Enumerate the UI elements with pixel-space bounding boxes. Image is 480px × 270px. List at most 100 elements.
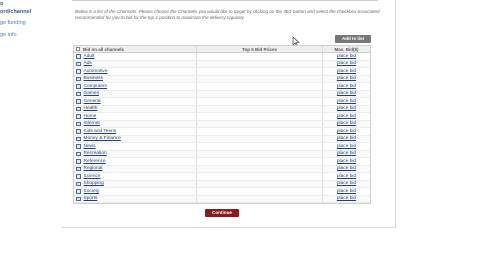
channel-link[interactable]: Society: [84, 189, 100, 194]
top-bids-cell: [197, 98, 323, 105]
channel-cell: Shopping: [74, 180, 197, 187]
table-row: Automotive place bid: [74, 68, 370, 76]
top-bids-cell: [197, 75, 323, 82]
channel-cell: Health: [74, 105, 197, 112]
place-bid-link[interactable]: place bid: [323, 106, 370, 113]
channel-link[interactable]: Shopping: [84, 181, 104, 186]
table-row: Reference place bid: [74, 158, 370, 166]
channel-checkbox[interactable]: [76, 61, 81, 66]
channel-cell: Home: [74, 113, 197, 120]
channel-link[interactable]: Internet: [84, 121, 100, 126]
channel-cell: Ads: [74, 60, 197, 67]
place-bid-link[interactable]: place bid: [323, 91, 370, 98]
channel-link[interactable]: Money & Finance: [84, 136, 121, 141]
channel-checkbox[interactable]: [76, 181, 81, 186]
select-all-checkbox[interactable]: [76, 47, 80, 51]
channel-checkbox[interactable]: [76, 189, 81, 194]
channel-table: Bid on all channels Top 5 Bid Prices Max…: [73, 45, 371, 204]
top-bids-cell: [197, 173, 323, 180]
top-bids-cell: [197, 128, 323, 135]
place-bid-link[interactable]: place bid: [323, 188, 370, 195]
sidebar: o ord/channel ge funding ge info: [0, 0, 62, 270]
place-bid-link[interactable]: place bid: [323, 143, 370, 150]
channel-link[interactable]: Ads: [84, 61, 92, 66]
top-bids-cell: [197, 60, 323, 67]
place-bid-link[interactable]: place bid: [323, 76, 370, 83]
top-bids-cell: [197, 90, 323, 97]
channel-link[interactable]: General: [84, 99, 101, 104]
channel-checkbox[interactable]: [76, 159, 81, 164]
table-row: Science place bid: [74, 173, 370, 181]
channel-link[interactable]: Kids and Teens: [84, 129, 117, 134]
channel-checkbox[interactable]: [76, 166, 81, 171]
sidebar-link-0[interactable]: o: [0, 1, 3, 7]
table-row: News place bid: [74, 143, 370, 151]
table-row: Society place bid: [74, 188, 370, 196]
top-bids-cell: [197, 68, 323, 75]
channel-link[interactable]: Automotive: [84, 69, 108, 74]
place-bid-link[interactable]: place bid: [323, 83, 370, 90]
place-bid-link[interactable]: place bid: [323, 158, 370, 165]
add-to-list-button[interactable]: Add to list: [335, 35, 371, 43]
place-bid-link[interactable]: place bid: [323, 98, 370, 105]
channel-checkbox[interactable]: [76, 196, 81, 201]
channel-cell: Regional: [74, 165, 197, 172]
channel-link[interactable]: Science: [84, 174, 101, 179]
channel-link[interactable]: Business: [84, 76, 103, 81]
place-bid-link[interactable]: place bid: [323, 68, 370, 75]
channel-link[interactable]: Games: [84, 91, 99, 96]
channel-checkbox[interactable]: [76, 106, 81, 111]
top-bids-cell: [197, 53, 323, 60]
channel-checkbox[interactable]: [76, 76, 81, 81]
channel-checkbox[interactable]: [76, 54, 81, 59]
place-bid-link[interactable]: place bid: [323, 61, 370, 68]
table-row: Home place bid: [74, 113, 370, 121]
channel-link[interactable]: Reference: [84, 159, 106, 164]
channel-link[interactable]: Adult: [84, 54, 95, 59]
place-bid-link[interactable]: place bid: [323, 166, 370, 173]
channel-cell: News: [74, 143, 197, 150]
channel-checkbox[interactable]: [76, 174, 81, 179]
channel-link[interactable]: Recreation: [84, 151, 107, 156]
place-bid-link[interactable]: place bid: [323, 128, 370, 135]
place-bid-link[interactable]: place bid: [323, 181, 370, 188]
channel-checkbox[interactable]: [76, 84, 81, 89]
top-bids-cell: [197, 83, 323, 90]
top-bids-cell: [197, 113, 323, 120]
place-bid-link[interactable]: place bid: [323, 113, 370, 120]
table-header: Bid on all channels Top 5 Bid Prices Max…: [74, 46, 370, 53]
place-bid-link[interactable]: place bid: [323, 151, 370, 158]
sidebar-link-3[interactable]: ge info: [0, 32, 17, 38]
channel-checkbox[interactable]: [76, 144, 81, 149]
channel-checkbox[interactable]: [76, 151, 81, 156]
place-bid-link[interactable]: place bid: [323, 173, 370, 180]
table-row: Regional place bid: [74, 165, 370, 173]
place-bid-link[interactable]: place bid: [323, 53, 370, 60]
channel-link[interactable]: Home: [84, 114, 97, 119]
intro-text: Below is a list of the Channels. Please …: [75, 9, 380, 21]
channel-checkbox[interactable]: [76, 121, 81, 126]
channel-link[interactable]: Regional: [84, 166, 103, 171]
top-bids-cell: [197, 158, 323, 165]
continue-button[interactable]: Continue: [205, 209, 239, 217]
channel-checkbox[interactable]: [76, 136, 81, 141]
channel-checkbox[interactable]: [76, 129, 81, 134]
channel-checkbox[interactable]: [76, 91, 81, 96]
table-row: Ads place bid: [74, 60, 370, 68]
channel-checkbox[interactable]: [76, 114, 81, 119]
table-row: Internet place bid: [74, 120, 370, 128]
channel-checkbox[interactable]: [76, 99, 81, 104]
sidebar-link-2[interactable]: ge funding: [0, 20, 26, 26]
channel-link[interactable]: News: [84, 144, 96, 149]
place-bid-link[interactable]: place bid: [323, 196, 370, 203]
top-bids-cell: [197, 188, 323, 195]
table-body: Adult place bid Ads place bid Automotive plac…: [74, 53, 370, 203]
sidebar-link-1[interactable]: ord/channel: [0, 9, 31, 15]
place-bid-link[interactable]: place bid: [323, 121, 370, 128]
channel-link[interactable]: Health: [84, 106, 98, 111]
channel-checkbox[interactable]: [76, 69, 81, 74]
channel-link[interactable]: Computers: [84, 84, 107, 89]
place-bid-link[interactable]: place bid: [323, 136, 370, 143]
channel-link[interactable]: Sports: [84, 196, 98, 201]
table-row: Shopping place bid: [74, 180, 370, 188]
